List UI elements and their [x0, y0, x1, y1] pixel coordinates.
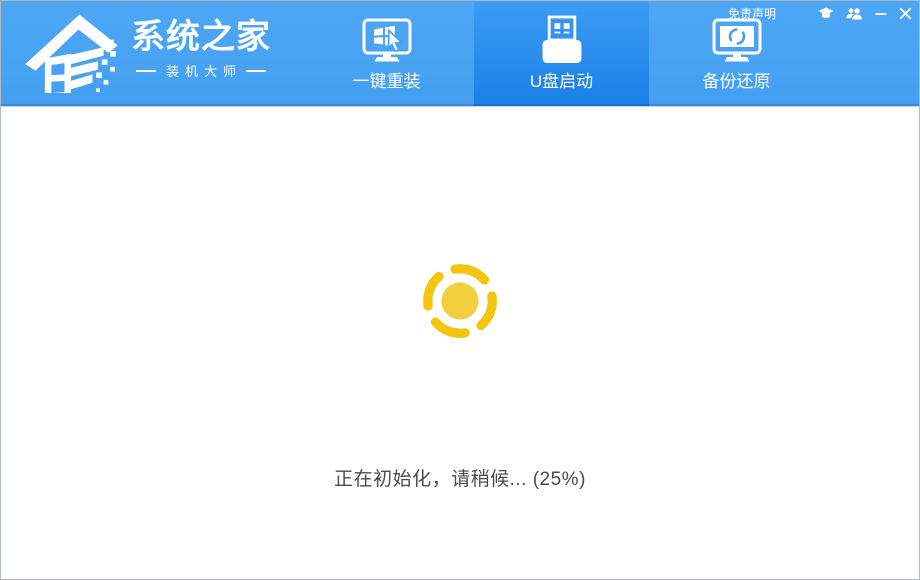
tab-one-key-reinstall[interactable]: 一键重装	[299, 1, 474, 106]
app-subtitle: 装机大师	[127, 61, 275, 80]
tab-label: 备份还原	[703, 72, 771, 92]
users-icon[interactable]	[846, 7, 863, 20]
close-icon[interactable]	[899, 7, 912, 20]
tab-label: 一键重装	[353, 72, 421, 92]
app-title: 系统之家	[127, 17, 275, 57]
spinner-icon	[416, 257, 504, 345]
subtitle-dash	[246, 70, 266, 72]
subtitle-dash	[136, 70, 156, 72]
titlebar-controls: 免责声明	[728, 5, 912, 22]
usb-drive-icon	[539, 12, 585, 68]
status-text: 正在初始化，请稍候... (25%)	[1, 464, 919, 491]
tab-label: U盘启动	[530, 72, 593, 92]
house-pixels-logo-icon	[23, 9, 119, 93]
app-subtitle-label: 装机大师	[166, 61, 242, 80]
graduation-cap-icon[interactable]	[818, 7, 834, 20]
disclaimer-link[interactable]: 免责声明	[728, 5, 776, 22]
app-logo: 系统之家 装机大师	[23, 9, 275, 93]
logo-text: 系统之家 装机大师	[127, 17, 275, 80]
content-area: 正在初始化，请稍候... (25%)	[1, 106, 919, 580]
header: 系统之家 装机大师	[1, 1, 919, 106]
tab-usb-boot[interactable]: U盘启动	[474, 1, 649, 106]
monitor-windows-cursor-icon	[361, 12, 413, 68]
app-window: 系统之家 装机大师	[0, 0, 920, 580]
minimize-icon[interactable]	[875, 8, 887, 20]
